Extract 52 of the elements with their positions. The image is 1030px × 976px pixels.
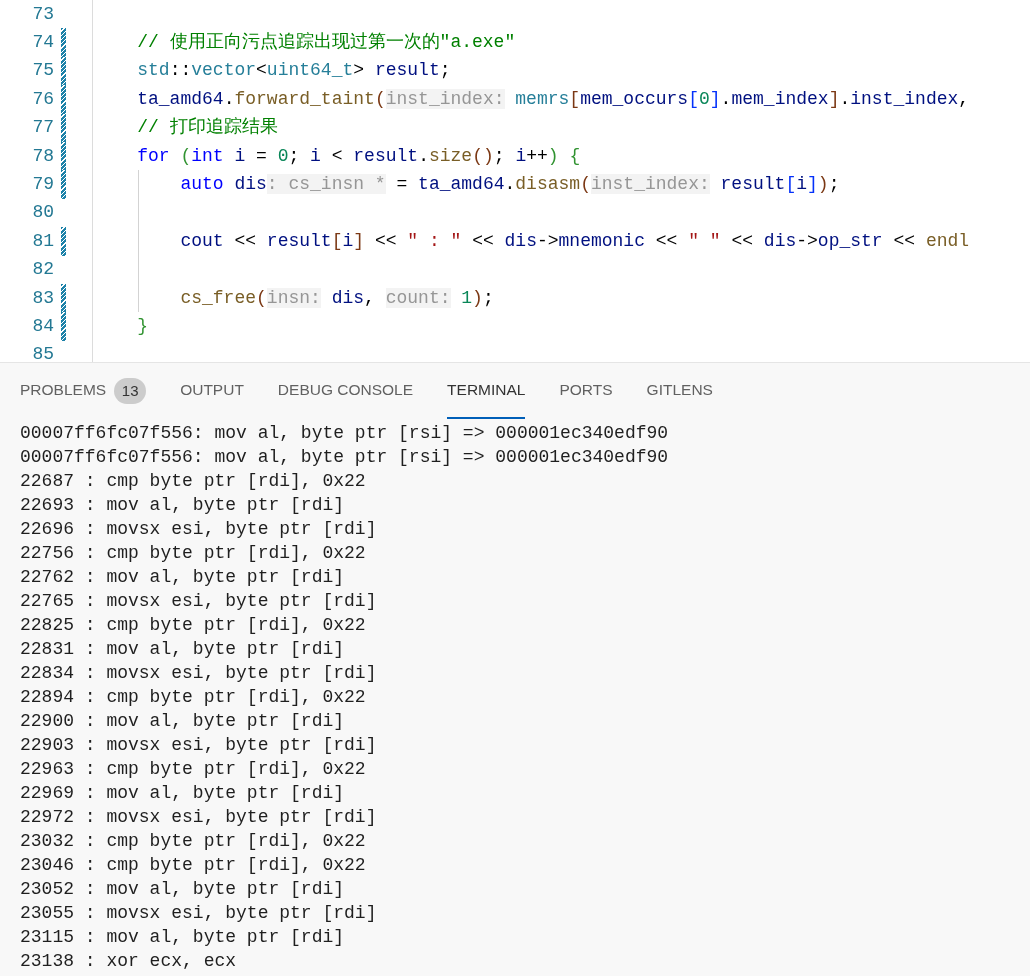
line-number: 73 <box>31 2 54 26</box>
terminal-line: 22693 : mov al, byte ptr [rdi] <box>20 495 345 515</box>
line-number: 84 <box>31 315 54 338</box>
terminal-line: 22756 : cmp byte ptr [rdi], 0x22 <box>20 543 366 563</box>
terminal-line: 23055 : movsx esi, byte ptr [rdi] <box>20 903 377 923</box>
code-line: for (int i = 0; i < result.size(); i++) { <box>136 144 581 168</box>
code-line: auto dis: cs_insn * = ta_amd64.disasm(inst_index: result[i]); <box>179 173 840 197</box>
line-number: 83 <box>31 286 54 310</box>
line-number: 74 <box>31 31 54 55</box>
line-number: 82 <box>31 258 54 282</box>
terminal-line: 22762 : mov al, byte ptr [rdi] <box>20 567 345 587</box>
code-line: } <box>136 315 148 338</box>
terminal-line: 23046 : cmp byte ptr [rdi], 0x22 <box>20 855 366 875</box>
terminal-line: 22696 : movsx esi, byte ptr [rdi] <box>20 519 377 539</box>
line-number: 79 <box>31 173 54 197</box>
panel-tab[interactable]: TERMINAL <box>447 363 526 419</box>
terminal-line: 22894 : cmp byte ptr [rdi], 0x22 <box>20 687 366 707</box>
terminal-line: 22900 : mov al, byte ptr [rdi] <box>20 711 345 731</box>
panel-tab[interactable]: GITLENS <box>646 363 713 419</box>
line-number: 81 <box>31 229 54 253</box>
panel-tab[interactable]: OUTPUT <box>180 363 244 419</box>
terminal-line: 22765 : movsx esi, byte ptr [rdi] <box>20 591 377 611</box>
terminal-line: 22831 : mov al, byte ptr [rdi] <box>20 639 345 659</box>
terminal-line: 22903 : movsx esi, byte ptr [rdi] <box>20 735 377 755</box>
terminal-line: 22834 : movsx esi, byte ptr [rdi] <box>20 663 377 683</box>
code-line: // 使用正向污点追踪出现过第一次的"a.exe" <box>136 31 516 55</box>
line-number: 75 <box>31 59 54 83</box>
problems-count: 13 <box>114 378 147 404</box>
code-line: cs_free(insn: dis, count: 1); <box>179 286 494 310</box>
line-number: 77 <box>31 116 54 140</box>
line-number: 80 <box>31 201 54 225</box>
terminal-line: 22963 : cmp byte ptr [rdi], 0x22 <box>20 759 366 779</box>
terminal-line: 00007ff6fc07f556: mov al, byte ptr [rsi] => 000001ec340edf90 <box>20 447 669 467</box>
code-line: std::vector<uint64_t> result; <box>136 59 451 83</box>
panel-tab[interactable]: PORTS <box>559 363 613 419</box>
line-number: 85 <box>31 343 54 362</box>
line-number: 76 <box>31 87 54 111</box>
terminal-line: 23032 : cmp byte ptr [rdi], 0x22 <box>20 831 366 851</box>
terminal-line: 23115 : mov al, byte ptr [rdi] <box>20 927 345 947</box>
terminal-line: 22972 : movsx esi, byte ptr [rdi] <box>20 807 377 827</box>
panel-tab[interactable]: DEBUG CONSOLE <box>277 363 414 419</box>
terminal-line: 22969 : mov al, byte ptr [rdi] <box>20 783 345 803</box>
terminal-line: 22687 : cmp byte ptr [rdi], 0x22 <box>20 471 366 491</box>
terminal-line: 22825 : cmp byte ptr [rdi], 0x22 <box>20 615 366 635</box>
code-line: // 打印追踪结果 <box>136 116 278 140</box>
terminal-line: 23052 : mov al, byte ptr [rdi] <box>20 879 345 899</box>
line-number: 78 <box>31 144 54 168</box>
code-line: cout << result[i] << " : " << dis->mnemonic << " " << dis->op_str << endl <box>179 229 970 253</box>
panel-tab[interactable]: PROBLEMS <box>20 363 107 419</box>
code-line: ta_amd64.forward_taint(inst_index: memrs[mem_occurs[0].mem_index].inst_index, <box>136 87 970 111</box>
terminal-line: 23138 : xor ecx, ecx <box>20 951 237 971</box>
terminal-line: 00007ff6fc07f556: mov al, byte ptr [rsi] => 000001ec340edf90 <box>20 423 669 443</box>
